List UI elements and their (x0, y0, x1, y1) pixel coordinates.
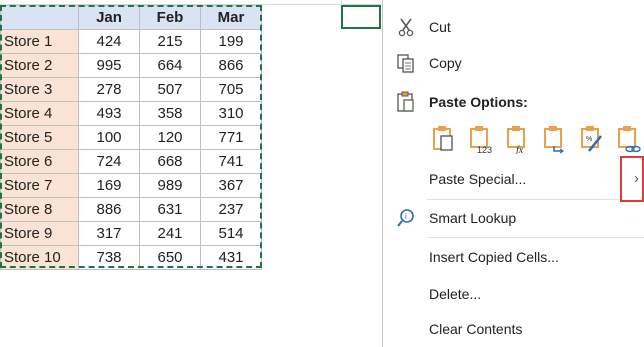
copy-icon (395, 52, 417, 74)
col-header-feb[interactable]: Feb (139, 5, 201, 30)
menu-label-clear-contents: Clear Contents (429, 321, 523, 337)
store-label-cell[interactable]: Store 2 (0, 53, 79, 78)
menu-separator (427, 237, 644, 238)
header-row: Jan Feb Mar (0, 5, 262, 30)
menu-item-paste-special[interactable]: Paste Special... (383, 166, 644, 192)
menu-label-smart-lookup: Smart Lookup (429, 210, 517, 226)
store-label-cell[interactable]: Store 1 (0, 29, 79, 54)
store-label-cell[interactable]: Store 10 (0, 245, 79, 270)
paste-values-icon[interactable]: 123 (468, 124, 494, 155)
menu-item-delete[interactable]: Delete... (383, 281, 644, 307)
value-cell[interactable]: 237 (200, 197, 262, 222)
value-cell[interactable]: 493 (78, 101, 140, 126)
table-row: Store 10 738 650 431 (0, 245, 262, 270)
menu-label-paste-special: Paste Special... (429, 171, 527, 187)
table-row: Store 5 100 120 771 (0, 125, 262, 150)
paste-default-icon[interactable] (431, 124, 457, 154)
chevron-right-icon: › (634, 170, 639, 187)
store-label-cell[interactable]: Store 5 (0, 125, 79, 150)
table-row: Store 7 169 989 367 (0, 173, 262, 198)
menu-label-copy: Copy (429, 55, 462, 71)
value-cell[interactable]: 310 (200, 101, 262, 126)
store-label-cell[interactable]: Store 6 (0, 149, 79, 174)
paste-options-label: Paste Options: (429, 94, 528, 110)
value-cell[interactable]: 771 (200, 125, 262, 150)
value-cell[interactable]: 215 (139, 29, 201, 54)
menu-label-delete: Delete... (429, 286, 482, 302)
menu-item-cut[interactable]: Cut (383, 14, 644, 40)
svg-text:123: 123 (477, 145, 492, 154)
value-cell[interactable]: 650 (139, 245, 201, 270)
store-label-cell[interactable]: Store 3 (0, 77, 79, 102)
menu-item-smart-lookup[interactable]: i Smart Lookup (383, 205, 644, 231)
value-cell[interactable]: 631 (139, 197, 201, 222)
table-row: Store 3 278 507 705 (0, 77, 262, 102)
highlighted-submenu-arrow[interactable] (620, 156, 644, 202)
value-cell[interactable]: 995 (78, 53, 140, 78)
value-cell[interactable]: 705 (200, 77, 262, 102)
store-label-cell[interactable]: Store 4 (0, 101, 79, 126)
menu-label-cut: Cut (429, 19, 451, 35)
corner-cell[interactable] (0, 5, 79, 30)
value-cell[interactable]: 866 (200, 53, 262, 78)
context-menu: Cut Copy Paste Options: 123 fx % Paste S… (382, 0, 644, 347)
value-cell[interactable]: 169 (78, 173, 140, 198)
paste-formulas-icon[interactable]: fx (505, 124, 531, 156)
store-label-cell[interactable]: Store 7 (0, 173, 79, 198)
menu-item-clear-contents[interactable]: Clear Contents (383, 316, 644, 342)
value-cell[interactable]: 278 (78, 77, 140, 102)
table-row: Store 4 493 358 310 (0, 101, 262, 126)
menu-separator (427, 199, 644, 200)
table-row: Store 9 317 241 514 (0, 221, 262, 246)
paste-formatting-icon[interactable]: % (579, 124, 605, 154)
table-row: Store 2 995 664 866 (0, 53, 262, 78)
table-row: Store 8 886 631 237 (0, 197, 262, 222)
svg-text:%: % (586, 136, 592, 143)
menu-label-insert-copied-cells: Insert Copied Cells... (429, 249, 559, 265)
paste-link-icon[interactable] (616, 124, 642, 154)
value-cell[interactable]: 514 (200, 221, 262, 246)
value-cell[interactable]: 886 (78, 197, 140, 222)
value-cell[interactable]: 120 (139, 125, 201, 150)
value-cell[interactable]: 741 (200, 149, 262, 174)
menu-item-copy[interactable]: Copy (383, 50, 644, 76)
value-cell[interactable]: 664 (139, 53, 201, 78)
menu-item-insert-copied-cells[interactable]: Insert Copied Cells... (383, 244, 644, 270)
table-row: Store 1 424 215 199 (0, 29, 262, 54)
value-cell[interactable]: 199 (200, 29, 262, 54)
value-cell[interactable]: 989 (139, 173, 201, 198)
value-cell[interactable]: 367 (200, 173, 262, 198)
value-cell[interactable]: 100 (78, 125, 140, 150)
value-cell[interactable]: 738 (78, 245, 140, 270)
active-cell[interactable] (341, 5, 381, 29)
value-cell[interactable]: 241 (139, 221, 201, 246)
table-row: Store 6 724 668 741 (0, 149, 262, 174)
value-cell[interactable]: 724 (78, 149, 140, 174)
paste-options-buttons: 123 fx % (431, 124, 642, 156)
scissors-icon (395, 16, 417, 38)
col-header-jan[interactable]: Jan (78, 5, 140, 30)
paste-options-header: Paste Options: (383, 89, 644, 115)
value-cell[interactable]: 431 (200, 245, 262, 270)
col-header-mar[interactable]: Mar (200, 5, 262, 30)
store-label-cell[interactable]: Store 9 (0, 221, 79, 246)
svg-text:fx: fx (516, 145, 524, 154)
paste-icon (395, 91, 417, 113)
value-cell[interactable]: 317 (78, 221, 140, 246)
store-label-cell[interactable]: Store 8 (0, 197, 79, 222)
svg-text:i: i (405, 212, 407, 221)
value-cell[interactable]: 668 (139, 149, 201, 174)
paste-transpose-icon[interactable] (542, 124, 568, 154)
value-cell[interactable]: 507 (139, 77, 201, 102)
value-cell[interactable]: 358 (139, 101, 201, 126)
smart-lookup-icon: i (395, 207, 417, 229)
value-cell[interactable]: 424 (78, 29, 140, 54)
data-table: Jan Feb Mar Store 1 424 215 199 Store 2 995 66… (0, 5, 262, 270)
